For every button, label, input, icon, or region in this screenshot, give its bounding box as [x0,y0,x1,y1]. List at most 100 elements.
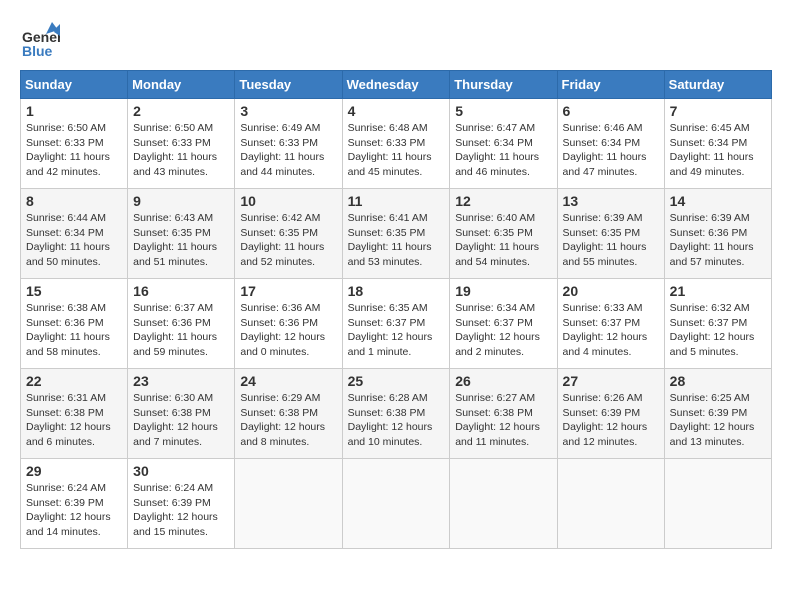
calendar-cell: 2 Sunrise: 6:50 AMSunset: 6:33 PMDayligh… [128,99,235,189]
calendar-cell [235,459,342,549]
weekday-header: Friday [557,71,664,99]
day-detail: Sunrise: 6:46 AMSunset: 6:34 PMDaylight:… [563,122,647,178]
calendar-week-row: 22 Sunrise: 6:31 AMSunset: 6:38 PMDaylig… [21,369,772,459]
day-number: 12 [455,193,551,209]
day-number: 19 [455,283,551,299]
calendar-cell [557,459,664,549]
calendar-cell: 13 Sunrise: 6:39 AMSunset: 6:35 PMDaylig… [557,189,664,279]
day-number: 3 [240,103,336,119]
day-number: 15 [26,283,122,299]
day-number: 8 [26,193,122,209]
calendar-cell: 11 Sunrise: 6:41 AMSunset: 6:35 PMDaylig… [342,189,450,279]
calendar-cell: 3 Sunrise: 6:49 AMSunset: 6:33 PMDayligh… [235,99,342,189]
calendar-cell: 23 Sunrise: 6:30 AMSunset: 6:38 PMDaylig… [128,369,235,459]
day-detail: Sunrise: 6:39 AMSunset: 6:36 PMDaylight:… [670,212,754,268]
weekday-header: Tuesday [235,71,342,99]
day-detail: Sunrise: 6:30 AMSunset: 6:38 PMDaylight:… [133,392,218,448]
day-detail: Sunrise: 6:48 AMSunset: 6:33 PMDaylight:… [348,122,432,178]
calendar-cell: 22 Sunrise: 6:31 AMSunset: 6:38 PMDaylig… [21,369,128,459]
weekday-header: Thursday [450,71,557,99]
calendar-cell: 7 Sunrise: 6:45 AMSunset: 6:34 PMDayligh… [664,99,771,189]
day-detail: Sunrise: 6:43 AMSunset: 6:35 PMDaylight:… [133,212,217,268]
weekday-header: Sunday [21,71,128,99]
day-number: 14 [670,193,766,209]
calendar-cell [450,459,557,549]
day-number: 21 [670,283,766,299]
day-detail: Sunrise: 6:38 AMSunset: 6:36 PMDaylight:… [26,302,110,358]
calendar-cell: 24 Sunrise: 6:29 AMSunset: 6:38 PMDaylig… [235,369,342,459]
calendar-cell: 10 Sunrise: 6:42 AMSunset: 6:35 PMDaylig… [235,189,342,279]
calendar-week-row: 1 Sunrise: 6:50 AMSunset: 6:33 PMDayligh… [21,99,772,189]
calendar-cell: 19 Sunrise: 6:34 AMSunset: 6:37 PMDaylig… [450,279,557,369]
weekday-header: Wednesday [342,71,450,99]
calendar-cell: 26 Sunrise: 6:27 AMSunset: 6:38 PMDaylig… [450,369,557,459]
calendar-table: SundayMondayTuesdayWednesdayThursdayFrid… [20,70,772,549]
calendar-cell: 4 Sunrise: 6:48 AMSunset: 6:33 PMDayligh… [342,99,450,189]
day-detail: Sunrise: 6:42 AMSunset: 6:35 PMDaylight:… [240,212,324,268]
calendar-cell: 25 Sunrise: 6:28 AMSunset: 6:38 PMDaylig… [342,369,450,459]
calendar-cell: 30 Sunrise: 6:24 AMSunset: 6:39 PMDaylig… [128,459,235,549]
day-number: 5 [455,103,551,119]
day-detail: Sunrise: 6:37 AMSunset: 6:36 PMDaylight:… [133,302,217,358]
weekday-header: Saturday [664,71,771,99]
calendar-cell: 28 Sunrise: 6:25 AMSunset: 6:39 PMDaylig… [664,369,771,459]
day-detail: Sunrise: 6:24 AMSunset: 6:39 PMDaylight:… [26,482,111,538]
day-number: 2 [133,103,229,119]
calendar-cell: 18 Sunrise: 6:35 AMSunset: 6:37 PMDaylig… [342,279,450,369]
calendar-cell: 1 Sunrise: 6:50 AMSunset: 6:33 PMDayligh… [21,99,128,189]
day-detail: Sunrise: 6:32 AMSunset: 6:37 PMDaylight:… [670,302,755,358]
day-detail: Sunrise: 6:28 AMSunset: 6:38 PMDaylight:… [348,392,433,448]
day-number: 11 [348,193,445,209]
day-number: 13 [563,193,659,209]
day-detail: Sunrise: 6:50 AMSunset: 6:33 PMDaylight:… [26,122,110,178]
calendar-cell: 15 Sunrise: 6:38 AMSunset: 6:36 PMDaylig… [21,279,128,369]
day-detail: Sunrise: 6:26 AMSunset: 6:39 PMDaylight:… [563,392,648,448]
day-detail: Sunrise: 6:29 AMSunset: 6:38 PMDaylight:… [240,392,325,448]
day-detail: Sunrise: 6:25 AMSunset: 6:39 PMDaylight:… [670,392,755,448]
day-number: 28 [670,373,766,389]
weekday-header: Monday [128,71,235,99]
calendar-cell: 27 Sunrise: 6:26 AMSunset: 6:39 PMDaylig… [557,369,664,459]
calendar-week-row: 8 Sunrise: 6:44 AMSunset: 6:34 PMDayligh… [21,189,772,279]
day-detail: Sunrise: 6:39 AMSunset: 6:35 PMDaylight:… [563,212,647,268]
logo-icon: General Blue [20,20,60,60]
day-detail: Sunrise: 6:40 AMSunset: 6:35 PMDaylight:… [455,212,539,268]
page-header: General Blue [20,20,772,60]
day-number: 20 [563,283,659,299]
day-detail: Sunrise: 6:45 AMSunset: 6:34 PMDaylight:… [670,122,754,178]
logo: General Blue [20,20,60,60]
day-detail: Sunrise: 6:36 AMSunset: 6:36 PMDaylight:… [240,302,325,358]
calendar-week-row: 15 Sunrise: 6:38 AMSunset: 6:36 PMDaylig… [21,279,772,369]
day-detail: Sunrise: 6:24 AMSunset: 6:39 PMDaylight:… [133,482,218,538]
calendar-cell: 20 Sunrise: 6:33 AMSunset: 6:37 PMDaylig… [557,279,664,369]
day-number: 10 [240,193,336,209]
calendar-cell: 9 Sunrise: 6:43 AMSunset: 6:35 PMDayligh… [128,189,235,279]
calendar-cell: 6 Sunrise: 6:46 AMSunset: 6:34 PMDayligh… [557,99,664,189]
calendar-cell: 8 Sunrise: 6:44 AMSunset: 6:34 PMDayligh… [21,189,128,279]
day-detail: Sunrise: 6:44 AMSunset: 6:34 PMDaylight:… [26,212,110,268]
calendar-cell: 14 Sunrise: 6:39 AMSunset: 6:36 PMDaylig… [664,189,771,279]
day-detail: Sunrise: 6:49 AMSunset: 6:33 PMDaylight:… [240,122,324,178]
day-number: 26 [455,373,551,389]
calendar-cell [342,459,450,549]
day-detail: Sunrise: 6:47 AMSunset: 6:34 PMDaylight:… [455,122,539,178]
day-detail: Sunrise: 6:34 AMSunset: 6:37 PMDaylight:… [455,302,540,358]
day-number: 25 [348,373,445,389]
day-detail: Sunrise: 6:31 AMSunset: 6:38 PMDaylight:… [26,392,111,448]
calendar-cell: 21 Sunrise: 6:32 AMSunset: 6:37 PMDaylig… [664,279,771,369]
day-detail: Sunrise: 6:35 AMSunset: 6:37 PMDaylight:… [348,302,433,358]
calendar-cell: 12 Sunrise: 6:40 AMSunset: 6:35 PMDaylig… [450,189,557,279]
day-number: 29 [26,463,122,479]
calendar-cell: 17 Sunrise: 6:36 AMSunset: 6:36 PMDaylig… [235,279,342,369]
day-number: 18 [348,283,445,299]
calendar-cell [664,459,771,549]
day-detail: Sunrise: 6:41 AMSunset: 6:35 PMDaylight:… [348,212,432,268]
day-number: 30 [133,463,229,479]
calendar-cell: 29 Sunrise: 6:24 AMSunset: 6:39 PMDaylig… [21,459,128,549]
day-number: 23 [133,373,229,389]
calendar-header-row: SundayMondayTuesdayWednesdayThursdayFrid… [21,71,772,99]
calendar-week-row: 29 Sunrise: 6:24 AMSunset: 6:39 PMDaylig… [21,459,772,549]
day-number: 16 [133,283,229,299]
day-detail: Sunrise: 6:50 AMSunset: 6:33 PMDaylight:… [133,122,217,178]
day-number: 7 [670,103,766,119]
